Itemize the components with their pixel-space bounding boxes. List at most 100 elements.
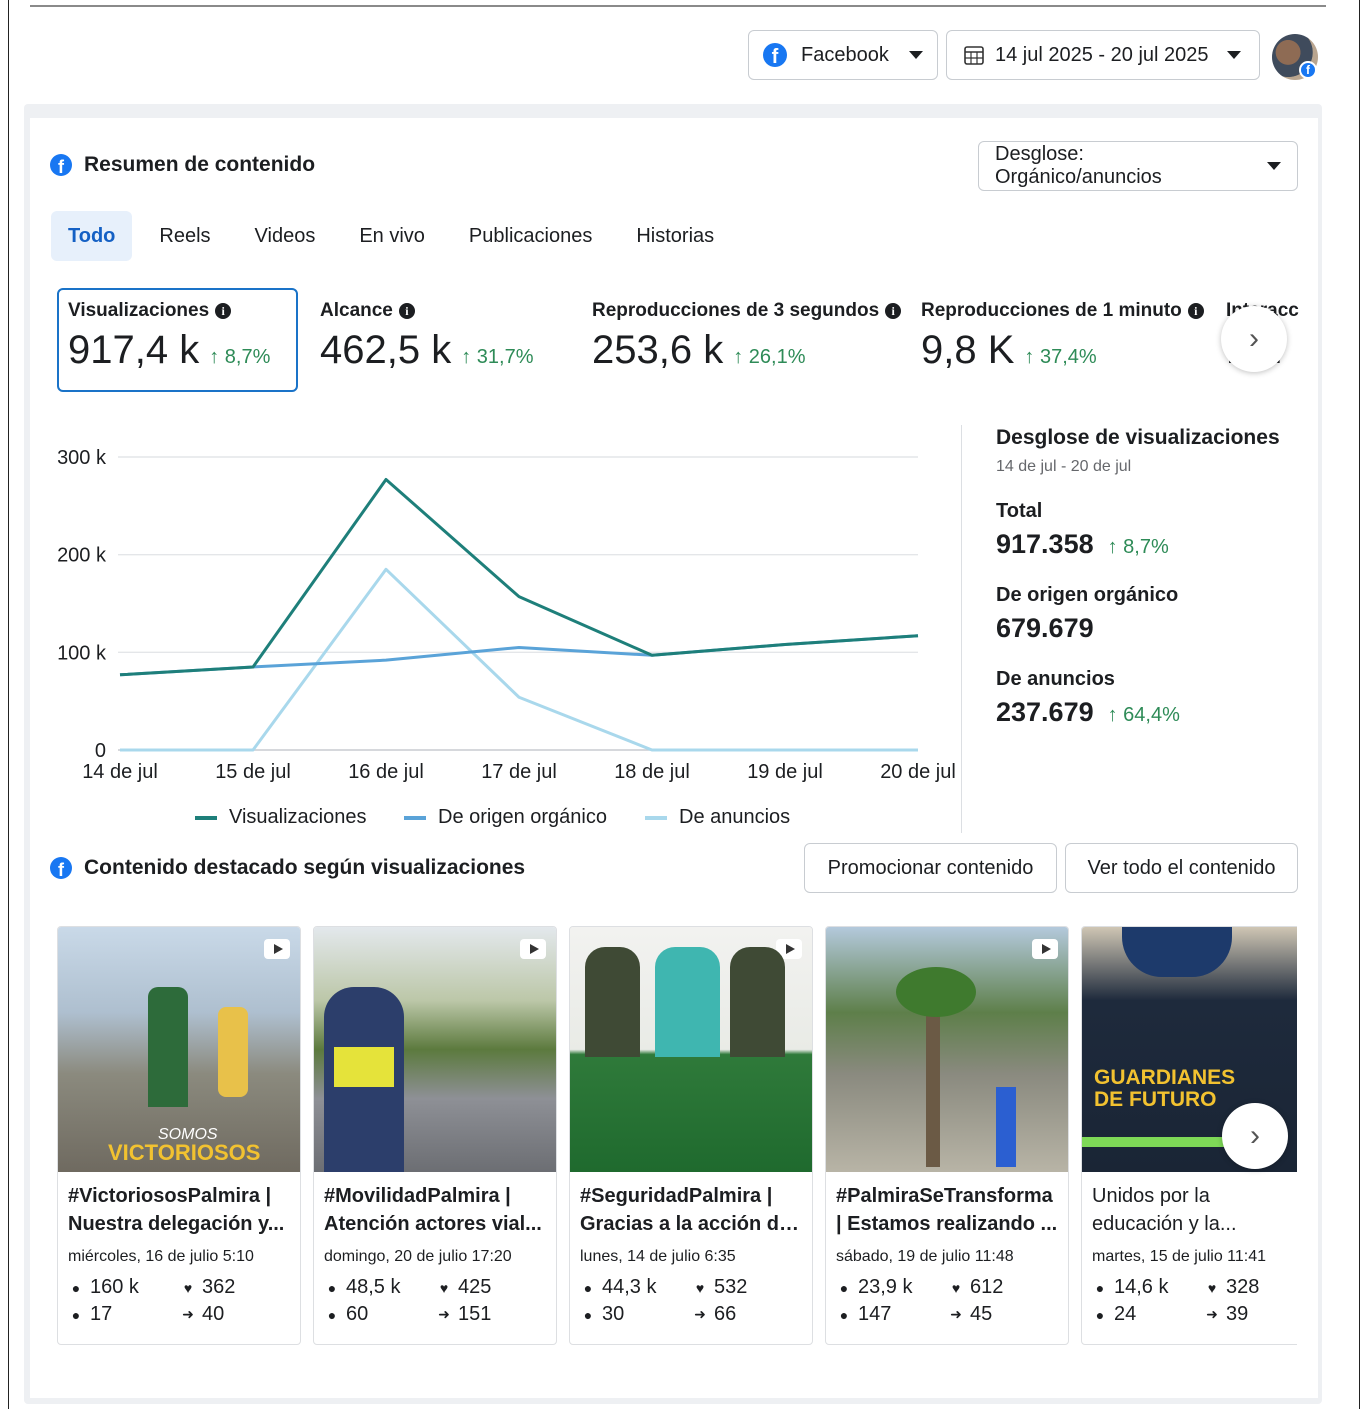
metric-label: Reproducciones de 1 minuto: [921, 300, 1182, 321]
breakdown-total-label: Total: [996, 500, 1043, 522]
legend-swatch: [404, 815, 426, 820]
video-icon: [264, 939, 290, 959]
x-tick-label: 15 de jul: [215, 761, 291, 783]
post-thumbnail: [314, 927, 556, 1172]
info-icon[interactable]: i: [398, 303, 415, 319]
post-title: #PalmiraSeTransforma | Estamos realizando…: [836, 1185, 1058, 1235]
post-title: #MovilidadPalmira | Atención actores vial…: [324, 1185, 542, 1235]
calendar-icon: [964, 46, 984, 65]
metric-label: Alcance: [320, 300, 393, 321]
breakdown-ads-value: 237.679: [996, 697, 1094, 727]
breakdown-total-delta: ↑ 8,7%: [1107, 536, 1169, 558]
lift-machine: [996, 1087, 1016, 1167]
athlete-figure: [218, 1007, 248, 1097]
tab-videos[interactable]: Videos: [238, 211, 333, 261]
metric-label: Reproducciones de 3 segundos: [592, 300, 880, 321]
breakdown-organic-label: De origen orgánico: [996, 584, 1179, 606]
x-tick-label: 19 de jul: [747, 761, 823, 783]
overlay-text: GUARDIANES DE FUTURO: [1094, 1066, 1236, 1111]
metric-value: 917,4 k: [68, 328, 200, 372]
post-date: miércoles, 16 de julio 5:10: [68, 1248, 254, 1265]
metric-delta: ↑ 31,7%: [461, 346, 534, 368]
metric-reproducciones-3s[interactable]: Reproducciones de 3 segundos i 253,6 k ↑ 2…: [592, 288, 902, 392]
views-breakdown-panel: Desglose de visualizaciones 14 de jul - …: [996, 426, 1306, 728]
breakdown-dropdown[interactable]: Desglose: Orgánico/anuncios: [978, 141, 1298, 191]
post-date: lunes, 14 de julio 6:35: [580, 1248, 736, 1265]
post-stats: ● 23,9 k ♥ 612 ● 147 ➜ 45: [826, 1266, 1068, 1326]
featured-posts-carousel: SOMOS VICTORIOSOS #VictoriososPalmira | N…: [57, 926, 1297, 1346]
promote-content-button[interactable]: Promocionar contenido: [804, 843, 1057, 893]
chevron-down-icon: [1226, 51, 1241, 59]
tab-historias[interactable]: Historias: [619, 211, 731, 261]
post-thumbnail: [570, 927, 812, 1172]
heart-icon: ♥: [951, 1279, 961, 1296]
facebook-icon: f: [50, 154, 72, 176]
overlay-text: VICTORIOSOS: [108, 1140, 261, 1165]
info-icon[interactable]: i: [215, 303, 232, 319]
post-card[interactable]: SOMOS VICTORIOSOS #VictoriososPalmira | N…: [57, 926, 301, 1345]
facebook-icon: f: [50, 857, 72, 879]
post-card[interactable]: #SeguridadPalmira | Gracias a la acción d…: [569, 926, 813, 1345]
info-icon[interactable]: i: [1187, 303, 1204, 319]
top-divider: [30, 5, 1326, 7]
x-tick-label: 18 de jul: [614, 761, 690, 783]
tab-en-vivo[interactable]: En vivo: [342, 211, 442, 261]
date-range-label: 14 jul 2025 - 20 jul 2025: [995, 43, 1209, 66]
breakdown-organic-value: 679.679: [996, 613, 1094, 643]
share-icon: ➜: [694, 1306, 706, 1322]
series-line-visualizaciones: [119, 477, 919, 677]
metric-value: 253,6 k: [592, 328, 724, 372]
tab-todo[interactable]: Todo: [51, 211, 133, 261]
breakdown-dropdown-label: Desglose: Orgánico/anuncios: [995, 143, 1162, 188]
post-stats: ● 14,6 k ♥ 328 ● 24 ➜ 39: [1082, 1266, 1297, 1326]
post-card[interactable]: #MovilidadPalmira | Atención actores vial…: [313, 926, 557, 1345]
carousel-next-button[interactable]: ›: [1222, 1103, 1288, 1169]
legend-anuncios: De anuncios: [645, 806, 790, 829]
breakdown-total-value: 917.358: [996, 529, 1094, 559]
post-title: Unidos por la educación y la...: [1092, 1185, 1237, 1235]
eye-icon: ●: [583, 1279, 593, 1296]
heart-icon: ♥: [183, 1279, 193, 1296]
facebook-icon: f: [763, 43, 787, 67]
x-tick-label: 14 de jul: [82, 761, 158, 783]
post-thumbnail: SOMOS VICTORIOSOS: [58, 927, 300, 1172]
metrics-next-button[interactable]: ›: [1221, 306, 1287, 372]
post-card[interactable]: #PalmiraSeTransforma | Estamos realizando…: [825, 926, 1069, 1345]
platform-label: Facebook: [801, 43, 889, 66]
summary-header: f Resumen de contenido: [50, 153, 315, 177]
metric-label: Visualizaciones: [68, 300, 210, 321]
facebook-badge-icon: f: [1299, 61, 1317, 79]
post-stats: ● 44,3 k ♥ 532 ● 30 ➜ 66: [570, 1266, 812, 1326]
platform-selector[interactable]: f Facebook: [748, 30, 938, 80]
metric-alcance[interactable]: Alcance i 462,5 k ↑ 31,7%: [320, 288, 570, 392]
eye-icon: ●: [327, 1279, 337, 1296]
view-all-content-button[interactable]: Ver todo el contenido: [1065, 843, 1298, 893]
featured-header: f Contenido destacado según visualizacio…: [50, 856, 525, 880]
legend-label: Visualizaciones: [229, 806, 367, 828]
comment-icon: ●: [1095, 1306, 1105, 1323]
post-thumbnail: [826, 927, 1068, 1172]
metric-visualizaciones[interactable]: Visualizaciones i 917,4 k ↑ 8,7%: [57, 288, 298, 392]
legend-organico: De origen orgánico: [404, 806, 607, 829]
post-date: sábado, 19 de julio 11:48: [836, 1248, 1014, 1265]
eye-icon: ●: [1095, 1279, 1105, 1296]
breakdown-title: Desglose de visualizaciones: [996, 426, 1280, 449]
metric-value: 9,8 K: [921, 328, 1015, 372]
tab-publicaciones[interactable]: Publicaciones: [452, 211, 609, 261]
metric-reproducciones-1m[interactable]: Reproducciones de 1 minuto i 9,8 K ↑ 37,4%: [921, 288, 1211, 392]
breakdown-ads-delta: ↑ 64,4%: [1107, 704, 1180, 726]
date-range-selector[interactable]: 14 jul 2025 - 20 jul 2025: [946, 30, 1260, 80]
info-icon[interactable]: i: [885, 303, 902, 319]
views-line-chart: 0 100 k 200 k 300 k 14 de jul 15 de jul 16 de …: [57, 447, 956, 783]
flag-figure: [148, 987, 188, 1107]
tab-reels[interactable]: Reels: [142, 211, 227, 261]
summary-title: Resumen de contenido: [84, 153, 316, 176]
y-tick-label: 300 k: [57, 447, 107, 469]
heart-icon: ♥: [695, 1279, 705, 1296]
x-tick-label: 16 de jul: [348, 761, 424, 783]
breakdown-ads-label: De anuncios: [996, 668, 1115, 690]
person-figure: [655, 947, 720, 1057]
chart-divider: [961, 425, 962, 833]
share-icon: ➜: [182, 1306, 194, 1322]
officer-figure: [730, 947, 785, 1057]
